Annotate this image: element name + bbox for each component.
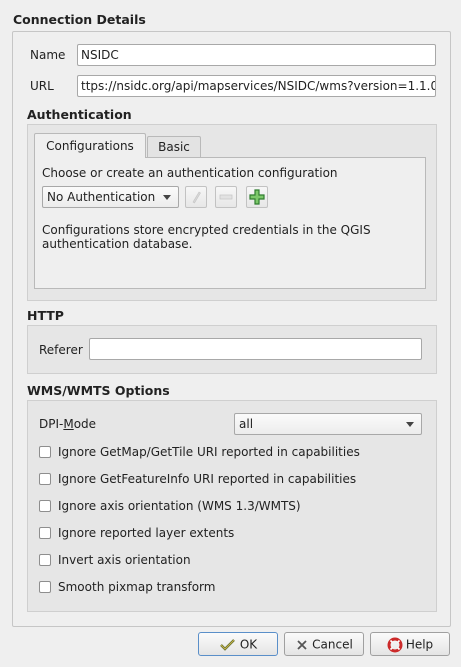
referer-input[interactable]: [89, 338, 422, 360]
chevron-down-icon: [406, 422, 414, 427]
ignore-getfeatureinfo-label[interactable]: Ignore GetFeatureInfo URI reported in ca…: [58, 472, 356, 486]
smooth-pixmap-label[interactable]: Smooth pixmap transform: [58, 580, 215, 594]
pencil-icon: [192, 191, 201, 204]
ignore-layer-extents-checkbox[interactable]: [39, 527, 51, 539]
ok-check-icon: [219, 638, 235, 651]
http-title: HTTP: [27, 308, 64, 323]
help-button[interactable]: Help: [370, 632, 450, 656]
dpi-mode-select-value: all: [239, 417, 254, 431]
auth-config-select[interactable]: No Authentication: [42, 186, 179, 208]
invert-axis-orientation-checkbox[interactable]: [39, 554, 51, 566]
cancel-x-icon: [297, 639, 307, 650]
tab-configurations[interactable]: Configurations: [34, 133, 146, 158]
invert-axis-orientation-label[interactable]: Invert axis orientation: [58, 553, 191, 567]
cancel-button-label: Cancel: [312, 637, 353, 652]
ok-button[interactable]: OK: [198, 632, 278, 656]
dpi-mode-label: DPI-Mode: [39, 417, 97, 431]
chevron-down-icon: [163, 195, 171, 200]
url-input[interactable]: ttps://nsidc.org/api/mapservices/NSIDC/w…: [77, 75, 436, 97]
auth-choose-text: Choose or create an authentication confi…: [42, 166, 338, 180]
url-label: URL: [30, 79, 54, 93]
ignore-getmap-checkbox[interactable]: [39, 446, 51, 458]
auth-config-select-value: No Authentication: [47, 190, 156, 204]
add-config-button[interactable]: [246, 186, 268, 208]
ignore-getmap-label[interactable]: Ignore GetMap/GetTile URI reported in ca…: [58, 445, 360, 459]
plus-icon: [249, 189, 265, 205]
ignore-axis-orientation-checkbox[interactable]: [39, 500, 51, 512]
tab-basic[interactable]: Basic: [147, 136, 201, 157]
ignore-axis-orientation-label[interactable]: Ignore axis orientation (WMS 1.3/WMTS): [58, 499, 301, 513]
authentication-title: Authentication: [27, 107, 132, 122]
ok-button-label: OK: [239, 637, 258, 652]
connection-details-title: Connection Details: [13, 12, 146, 27]
name-label: Name: [30, 48, 66, 62]
help-lifebuoy-icon: [387, 637, 403, 652]
smooth-pixmap-checkbox[interactable]: [39, 581, 51, 593]
referer-label: Referer: [39, 343, 83, 357]
cancel-button[interactable]: Cancel: [284, 632, 364, 656]
dpi-mode-select[interactable]: all: [234, 413, 422, 435]
auth-info-text: Configurations store encrypted credentia…: [42, 223, 371, 251]
ignore-getfeatureinfo-checkbox[interactable]: [39, 473, 51, 485]
help-button-label: Help: [405, 637, 434, 652]
edit-config-button[interactable]: [185, 186, 207, 208]
ignore-layer-extents-label[interactable]: Ignore reported layer extents: [58, 526, 234, 540]
wms-options-title: WMS/WMTS Options: [27, 383, 170, 398]
remove-icon: [219, 194, 233, 200]
name-input[interactable]: NSIDC: [77, 44, 436, 66]
remove-config-button[interactable]: [215, 186, 237, 208]
